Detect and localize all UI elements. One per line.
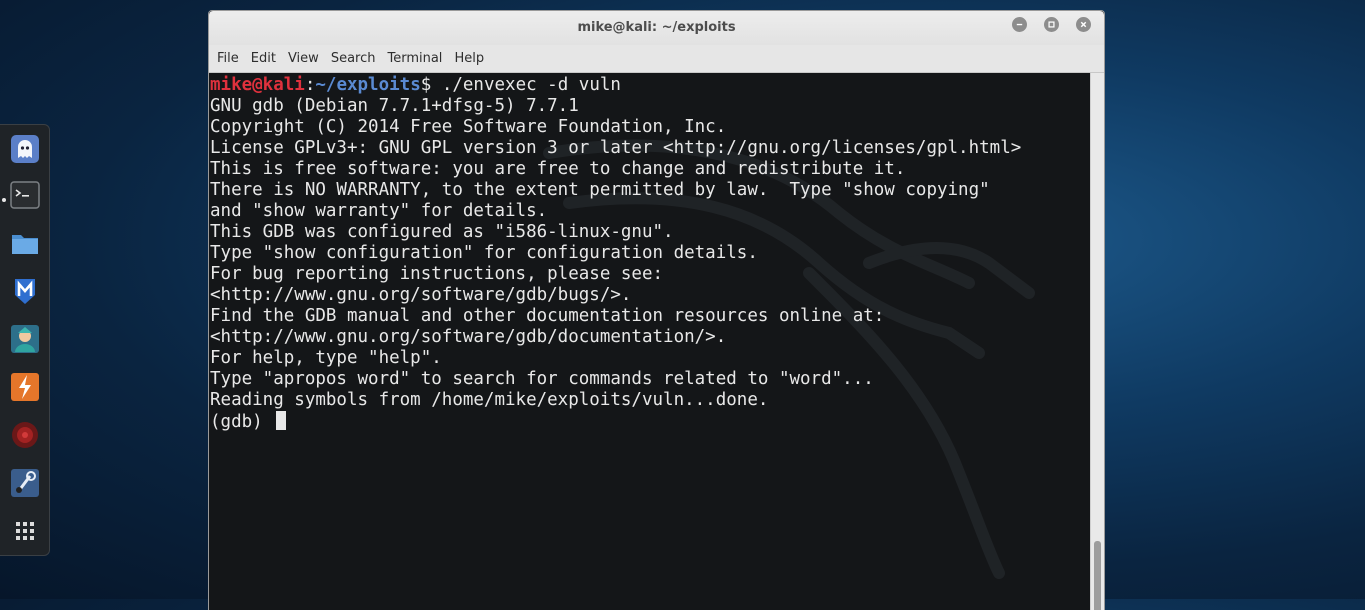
output-line: There is NO WARRANTY, to the extent perm…	[210, 180, 990, 200]
output-line: GNU gdb (Debian 7.7.1+dfsg-5) 7.7.1	[210, 96, 579, 116]
dock-item-burp[interactable]	[9, 371, 41, 403]
menu-terminal[interactable]: Terminal	[384, 45, 445, 73]
dock-item-terminal[interactable]	[9, 179, 41, 211]
output-line: This is free software: you are free to c…	[210, 159, 906, 179]
menu-file[interactable]: File	[214, 45, 242, 73]
gdb-prompt-line[interactable]: (gdb)	[210, 411, 1021, 432]
output-line: Reading symbols from /home/mike/exploits…	[210, 390, 769, 410]
red-circle-icon	[12, 422, 38, 448]
close-icon	[1080, 21, 1087, 28]
window-title: mike@kali: ~/exploits	[577, 20, 736, 35]
active-indicator	[2, 198, 6, 202]
output-line: Copyright (C) 2014 Free Software Foundat…	[210, 117, 727, 137]
prompt-user: mike@kali	[210, 75, 305, 95]
terminal-icon	[10, 181, 40, 209]
output-line: License GPLv3+: GNU GPL version 3 or lat…	[210, 138, 1022, 158]
dock-item-ghost[interactable]	[9, 133, 41, 165]
output-line: <http://www.gnu.org/software/gdb/documen…	[210, 327, 727, 347]
command-text: ./envexec -d vuln	[441, 75, 621, 95]
command-line: mike@kali:~/exploits$ ./envexec -d vuln	[210, 75, 1021, 96]
terminal-window: mike@kali: ~/exploits File Edit View Sea…	[208, 10, 1105, 610]
prompt-separator: :	[304, 75, 316, 95]
dock-item-armitage[interactable]	[9, 323, 41, 355]
output-line: and "show warranty" for details.	[210, 201, 548, 221]
terminal-area[interactable]: mike@kali:~/exploits$ ./envexec -d vuln G…	[209, 73, 1092, 610]
tool-icon	[11, 469, 39, 497]
menu-search[interactable]: Search	[328, 45, 379, 73]
menu-bar: File Edit View Search Terminal Help	[209, 45, 1104, 73]
close-button[interactable]	[1076, 17, 1091, 32]
dock	[0, 124, 50, 556]
text-cursor	[276, 411, 287, 430]
output-line: Type "apropos word" to search for comman…	[210, 369, 874, 389]
prompt-dollar: $	[420, 75, 442, 95]
minimize-button[interactable]	[1012, 17, 1027, 32]
dock-item-radare[interactable]	[9, 419, 41, 451]
dock-item-metasploit[interactable]	[9, 275, 41, 307]
menu-view[interactable]: View	[285, 45, 322, 73]
grid-icon	[16, 522, 34, 540]
gdb-prompt: (gdb)	[210, 412, 274, 432]
metasploit-icon	[15, 279, 35, 304]
dock-item-tool[interactable]	[9, 467, 41, 499]
scrollbar-thumb[interactable]	[1094, 541, 1101, 610]
prompt-path: ~/exploits	[315, 75, 421, 95]
output-line: For help, type "help".	[210, 348, 442, 368]
menu-edit[interactable]: Edit	[248, 45, 279, 73]
folder-icon	[12, 235, 38, 254]
dock-item-show-apps[interactable]	[9, 515, 41, 547]
output-line: Find the GDB manual and other documentat…	[210, 306, 885, 326]
output-line: This GDB was configured as "i586-linux-g…	[210, 222, 674, 242]
scrollbar[interactable]	[1090, 73, 1104, 610]
minimize-icon	[1016, 23, 1023, 26]
output-line: Type "show configuration" for configurat…	[210, 243, 758, 263]
avatar-icon	[11, 325, 39, 353]
maximize-icon	[1048, 21, 1055, 28]
dock-item-files[interactable]	[9, 227, 41, 259]
output-line: <http://www.gnu.org/software/gdb/bugs/>.	[210, 285, 632, 305]
title-bar[interactable]: mike@kali: ~/exploits	[209, 11, 1104, 45]
ghost-icon	[11, 135, 39, 163]
terminal-output: mike@kali:~/exploits$ ./envexec -d vuln G…	[210, 75, 1021, 432]
maximize-button[interactable]	[1044, 17, 1059, 32]
menu-help[interactable]: Help	[451, 45, 487, 73]
output-line: For bug reporting instructions, please s…	[210, 264, 664, 284]
burp-icon	[11, 373, 39, 401]
